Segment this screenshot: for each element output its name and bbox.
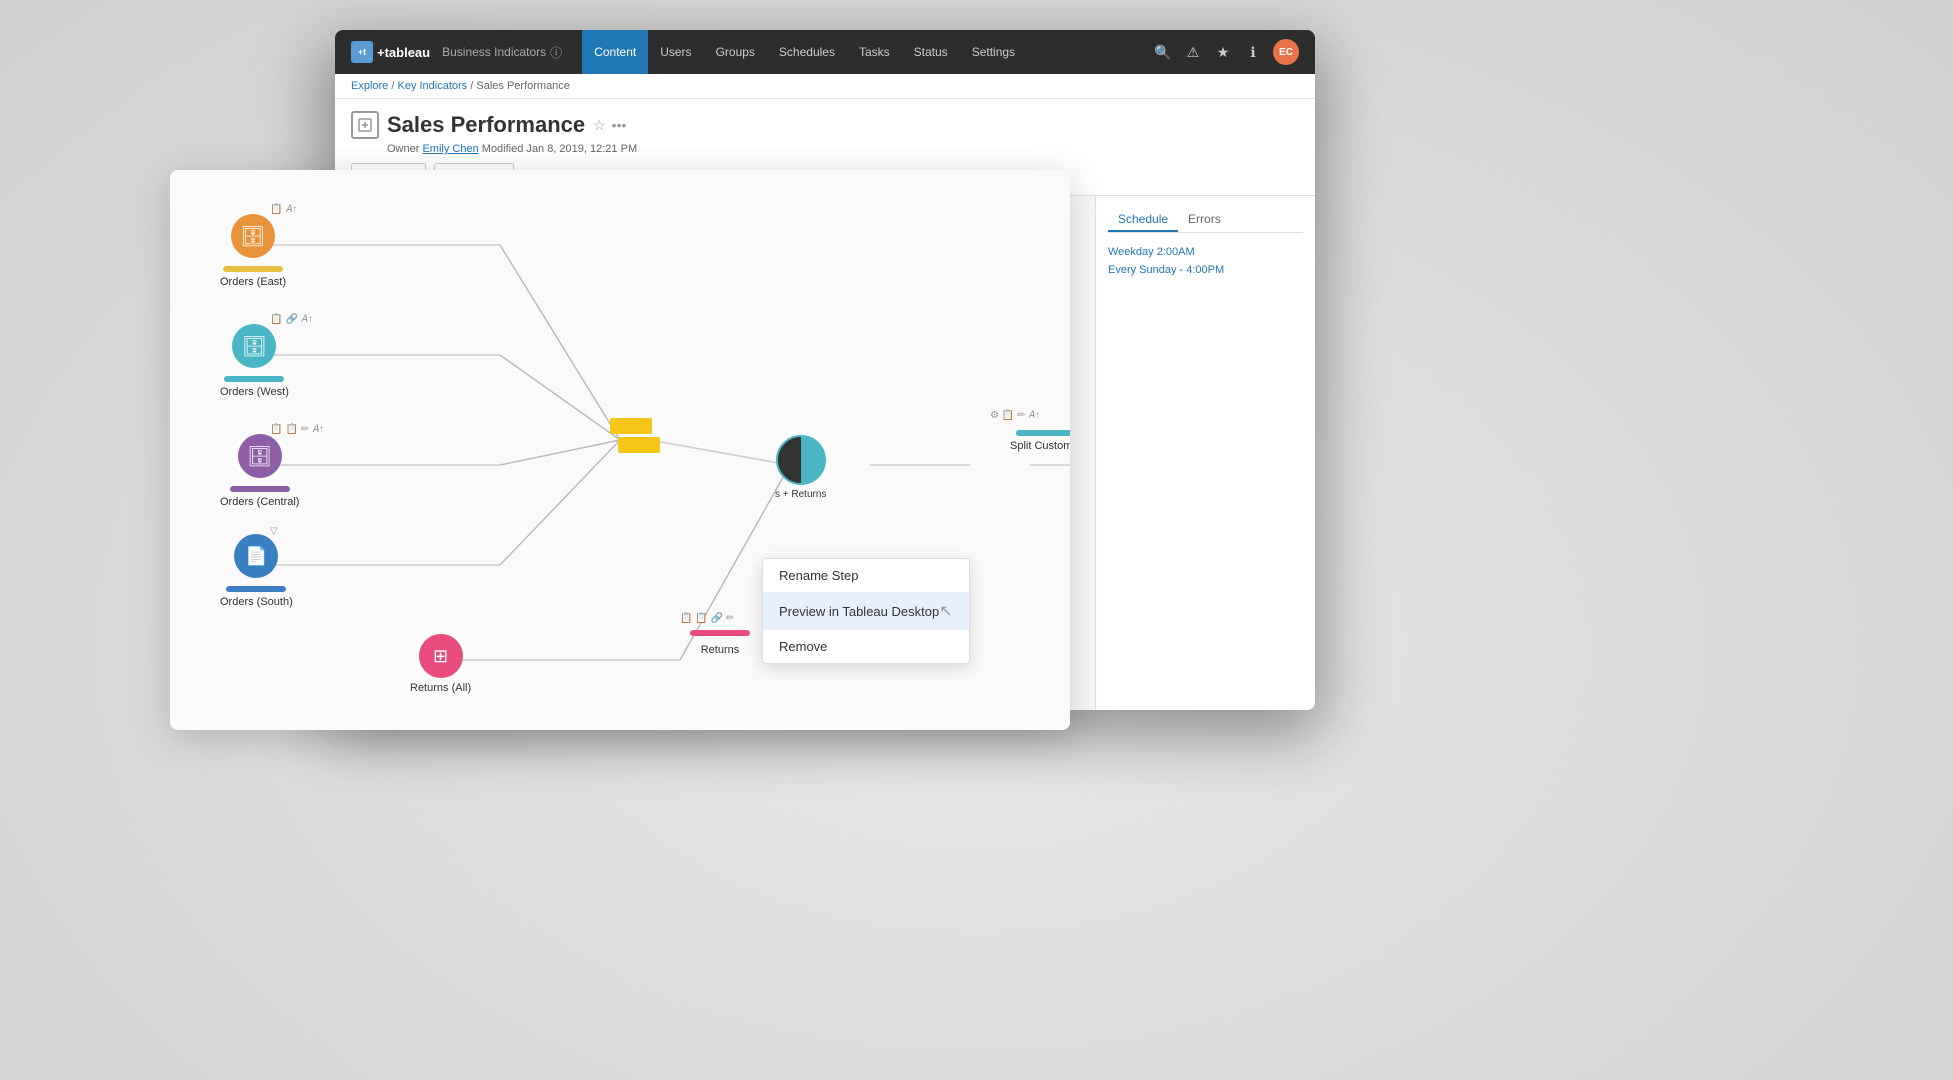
node-south-circle[interactable]: 📄 bbox=[234, 534, 278, 578]
panel-tabs: Schedule Errors bbox=[1108, 208, 1303, 233]
node-south-bar bbox=[226, 586, 286, 592]
node-south-label: Orders (South) bbox=[220, 596, 293, 608]
node-south-icon: 📄 bbox=[245, 546, 267, 567]
schedule-item-2[interactable]: Every Sunday - 4:00PM bbox=[1108, 261, 1303, 279]
flow-canvas-inner[interactable]: 📋𝐴↑ 🗄 Orders (East) 📋🔗𝐴↑ 🗄 Orders (West)… bbox=[170, 170, 1070, 730]
node-orders-south[interactable]: ▽ 📄 Orders (South) bbox=[220, 534, 293, 608]
node-returns[interactable]: Returns bbox=[690, 628, 750, 656]
nav-groups[interactable]: Groups bbox=[704, 30, 767, 74]
context-menu-rename[interactable]: Rename Step bbox=[763, 559, 969, 592]
node-central-circle[interactable]: 🗄 bbox=[238, 434, 282, 478]
node-west-icon: 🗄 bbox=[242, 334, 267, 359]
node-west-label: Orders (West) bbox=[220, 386, 289, 398]
more-options-icon[interactable]: ••• bbox=[612, 117, 627, 133]
node-central-icons: 📋📋✏𝐴↑ bbox=[270, 424, 324, 435]
union-block-1 bbox=[610, 418, 652, 434]
tab-errors[interactable]: Errors bbox=[1178, 208, 1231, 232]
node-central-label: Orders (Central) bbox=[220, 496, 299, 508]
cursor-icon: ↖ bbox=[939, 601, 952, 621]
node-east-circle[interactable]: 🗄 bbox=[231, 214, 275, 258]
node-orders-east[interactable]: 📋𝐴↑ 🗄 Orders (East) bbox=[220, 214, 286, 288]
union-block-2 bbox=[618, 437, 660, 453]
nav-schedules[interactable]: Schedules bbox=[767, 30, 847, 74]
split-icons: ⚙ 📋 ✏ 𝐴↑ bbox=[990, 410, 1040, 421]
breadcrumb-explore[interactable]: Explore bbox=[351, 80, 388, 92]
favorites-icon[interactable]: ★ bbox=[1213, 44, 1233, 61]
site-info-icon: ⓘ bbox=[550, 44, 562, 61]
modified-date: Modified Jan 8, 2019, 12:21 PM bbox=[482, 143, 637, 155]
returns-step-icons: 📋 📋 🔗 ✏ bbox=[680, 608, 734, 626]
nav-users[interactable]: Users bbox=[648, 30, 703, 74]
node-orders-west[interactable]: 📋🔗𝐴↑ 🗄 Orders (West) bbox=[220, 324, 289, 398]
tab-schedule[interactable]: Schedule bbox=[1108, 208, 1178, 232]
split-customer-step[interactable]: ⚙ 📋 ✏ 𝐴↑ Split Customer bbox=[1010, 428, 1070, 452]
node-east-label: Orders (East) bbox=[220, 276, 286, 288]
info-icon[interactable]: ℹ bbox=[1243, 44, 1263, 61]
alert-icon[interactable]: ⚠ bbox=[1183, 44, 1203, 61]
main-nav: Content Users Groups Schedules Tasks Sta… bbox=[582, 30, 1153, 74]
node-returns-all-circle[interactable]: ⊞ bbox=[419, 634, 463, 678]
page-meta: Owner Emily Chen Modified Jan 8, 2019, 1… bbox=[387, 143, 1299, 155]
node-returns-all[interactable]: ⊞ Returns (All) bbox=[410, 634, 471, 694]
context-menu-remove[interactable]: Remove bbox=[763, 630, 969, 663]
split-label: Split Customer bbox=[1010, 440, 1070, 452]
logo-text: +tableau bbox=[377, 45, 430, 60]
title-row: Sales Performance ☆ ••• bbox=[351, 111, 1299, 139]
node-east-bar bbox=[223, 266, 283, 272]
nav-content[interactable]: Content bbox=[582, 30, 648, 74]
flow-icon bbox=[351, 111, 379, 139]
breadcrumb: Explore / Key Indicators / Sales Perform… bbox=[335, 74, 1315, 99]
node-returns-bar bbox=[690, 630, 750, 636]
join-circle[interactable] bbox=[776, 435, 826, 485]
title-actions: ☆ ••• bbox=[593, 117, 626, 134]
node-west-bar bbox=[224, 376, 284, 382]
tableau-logo[interactable]: +t +tableau bbox=[351, 41, 430, 63]
node-central-icon: 🗄 bbox=[247, 444, 272, 469]
search-icon[interactable]: 🔍 bbox=[1153, 44, 1173, 61]
right-panel: Schedule Errors Weekday 2:00AM Every Sun… bbox=[1095, 196, 1315, 710]
schedule-item-1[interactable]: Weekday 2:00AM bbox=[1108, 243, 1303, 261]
logo-icon: +t bbox=[351, 41, 373, 63]
schedule-list: Weekday 2:00AM Every Sunday - 4:00PM bbox=[1108, 243, 1303, 279]
owner-label: Owner bbox=[387, 143, 422, 155]
site-name: Business Indicators bbox=[442, 45, 546, 59]
join-step[interactable]: s + Returns bbox=[775, 435, 826, 500]
node-east-icons: 📋𝐴↑ bbox=[270, 204, 297, 215]
context-menu-preview[interactable]: Preview in Tableau Desktop ↖ bbox=[763, 592, 969, 630]
node-west-icons: 📋🔗𝐴↑ bbox=[270, 314, 313, 325]
node-returns-all-label: Returns (All) bbox=[410, 682, 471, 694]
top-navigation: +t +tableau Business Indicators ⓘ Conten… bbox=[335, 30, 1315, 74]
topnav-right: 🔍 ⚠ ★ ℹ EC bbox=[1153, 39, 1299, 65]
nav-tasks[interactable]: Tasks bbox=[847, 30, 902, 74]
node-south-icons: ▽ bbox=[270, 526, 278, 537]
node-central-bar bbox=[230, 486, 290, 492]
nav-settings[interactable]: Settings bbox=[960, 30, 1027, 74]
breadcrumb-key-indicators[interactable]: Key Indicators bbox=[397, 80, 467, 92]
node-orders-central[interactable]: 📋📋✏𝐴↑ 🗄 Orders (Central) bbox=[220, 434, 299, 508]
user-avatar[interactable]: EC bbox=[1273, 39, 1299, 65]
owner-name[interactable]: Emily Chen bbox=[422, 143, 478, 155]
split-bar bbox=[1016, 430, 1070, 436]
node-returns-label: Returns bbox=[701, 644, 740, 656]
union-step[interactable] bbox=[610, 418, 660, 453]
nav-status[interactable]: Status bbox=[902, 30, 960, 74]
node-returns-all-icon: ⊞ bbox=[433, 646, 448, 667]
page-title: Sales Performance bbox=[387, 112, 585, 138]
flow-canvas-foreground: 📋𝐴↑ 🗄 Orders (East) 📋🔗𝐴↑ 🗄 Orders (West)… bbox=[170, 170, 1070, 730]
join-label: s + Returns bbox=[775, 489, 826, 500]
site-selector[interactable]: Business Indicators ⓘ bbox=[442, 44, 562, 61]
node-east-icon: 🗄 bbox=[240, 224, 265, 249]
node-west-circle[interactable]: 🗄 bbox=[232, 324, 276, 368]
favorite-icon[interactable]: ☆ bbox=[593, 117, 606, 134]
context-menu: Rename Step Preview in Tableau Desktop ↖… bbox=[762, 558, 970, 664]
breadcrumb-current: Sales Performance bbox=[476, 80, 570, 92]
